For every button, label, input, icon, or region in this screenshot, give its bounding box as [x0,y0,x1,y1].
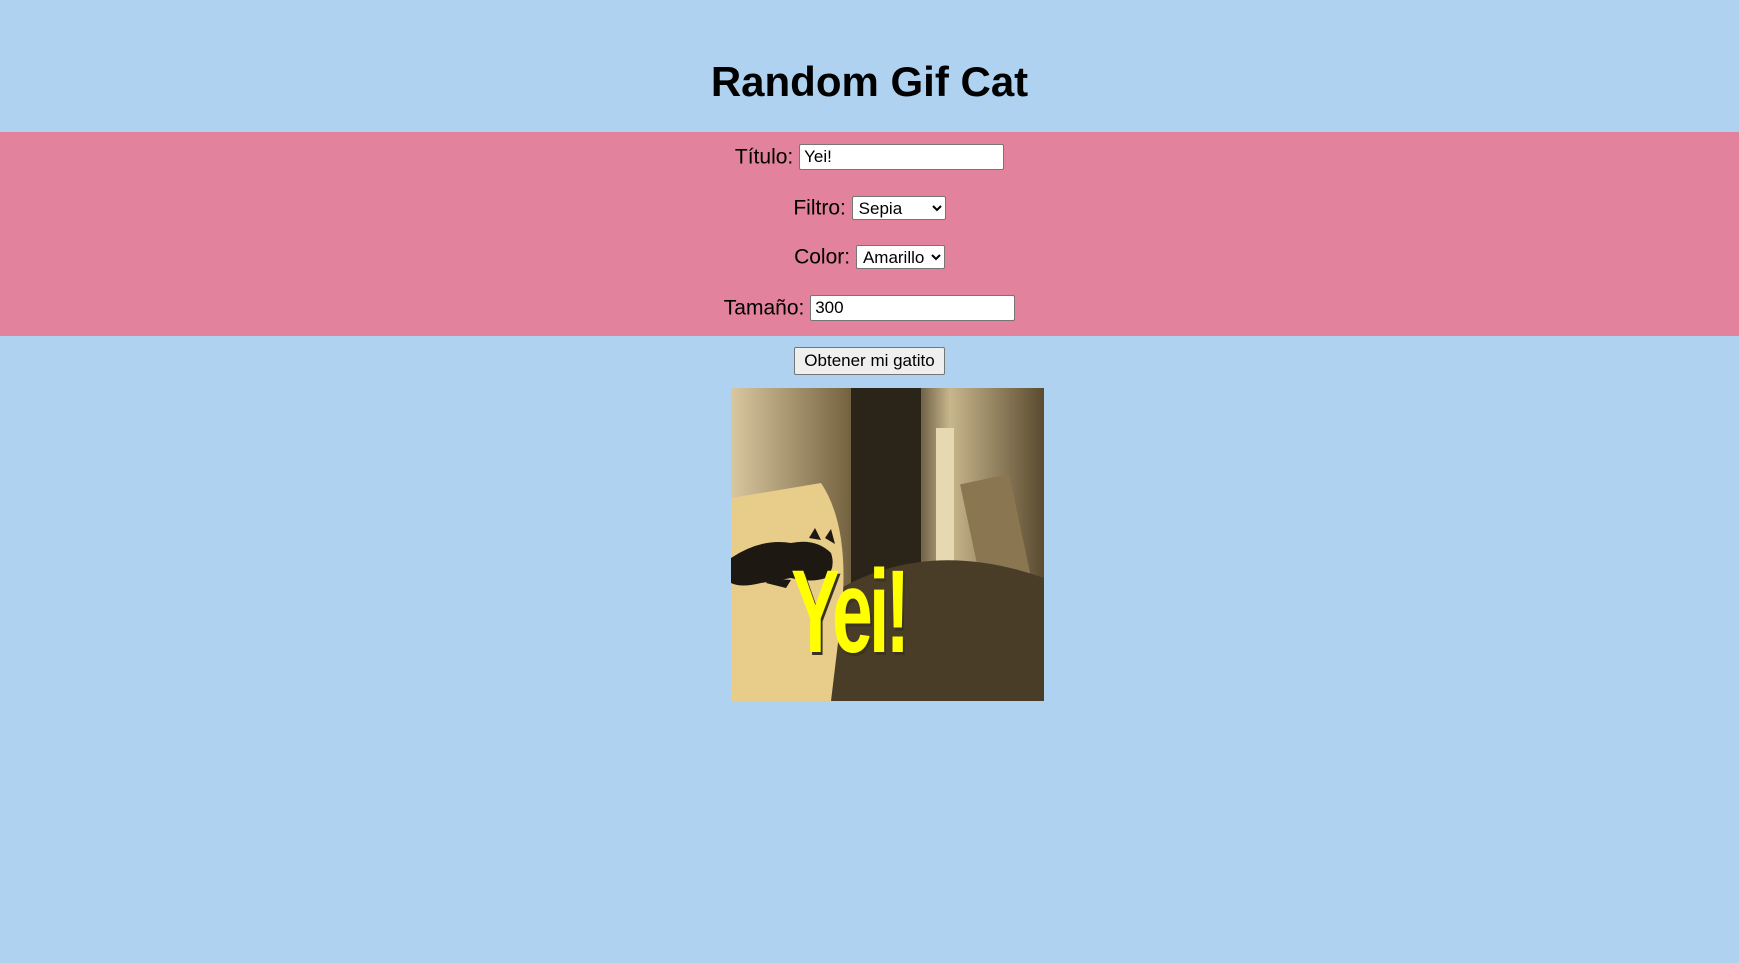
titulo-label: Título: [734,145,794,169]
tamano-input[interactable] [810,295,1016,322]
filtro-row: Filtro: Sepia [0,195,1739,221]
submit-row: Obtener mi gatito [0,347,1739,375]
get-kitten-button[interactable]: Obtener mi gatito [794,347,945,375]
color-label: Color: [794,245,851,269]
cat-gif-image: Yei! [731,388,1044,701]
filtro-label: Filtro: [793,196,846,220]
tamano-label: Tamaño: [723,296,805,320]
color-select[interactable]: Amarillo [855,245,945,270]
gif-caption: Yei! [791,546,910,678]
page-title: Random Gif Cat [710,58,1029,105]
tamano-row: Tamaño: [0,295,1739,322]
titulo-input[interactable] [799,144,1005,171]
color-row: Color: Amarillo [0,244,1739,270]
titulo-row: Título: [0,144,1739,171]
filtro-select[interactable]: Sepia [851,196,946,221]
